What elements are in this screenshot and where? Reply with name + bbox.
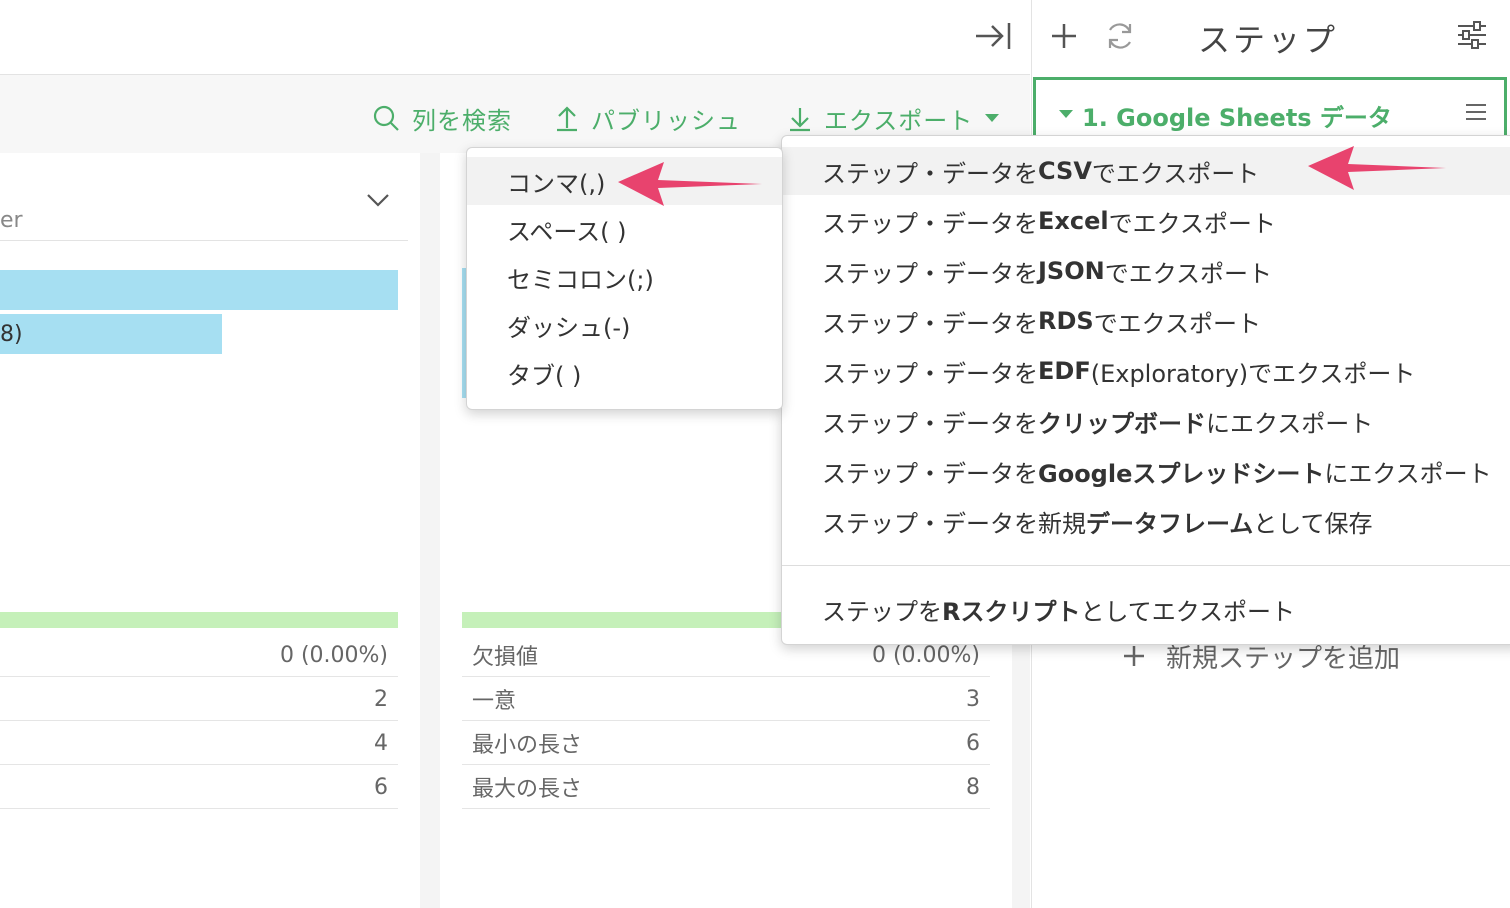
stat-label: 一意: [472, 689, 517, 714]
publish-button[interactable]: パブリッシュ: [555, 100, 741, 136]
delimiter-option-label: ダッシュ(-): [507, 313, 631, 342]
export-menu-item[interactable]: ステップ・データを JSON でエクスポート: [782, 247, 1510, 295]
export-menu-item[interactable]: ステップ・データを Googleスプレッドシート にエクスポート: [782, 447, 1510, 495]
menu-item-format: Rスクリプト: [942, 597, 1081, 626]
hamburger-menu-icon[interactable]: [1464, 102, 1488, 122]
menu-item-format: Googleスプレッドシート: [1038, 459, 1325, 488]
caret-down-icon: [985, 114, 1000, 122]
stat-row: 最小の長さ 6: [462, 722, 990, 765]
upload-icon: [557, 106, 577, 132]
menu-item-format: クリップボード: [1038, 409, 1206, 438]
publish-label: パブリッシュ: [591, 106, 741, 135]
stat-row: 最大の長さ 8: [462, 766, 990, 809]
download-icon: [790, 108, 810, 132]
bar-2: 8): [0, 314, 222, 354]
stat-value: 4: [374, 730, 388, 756]
search-columns-label: 列を検索: [412, 106, 512, 135]
export-menu-item[interactable]: ステップ・データを RDS でエクスポート: [782, 297, 1510, 345]
menu-item-text: ステップを: [822, 597, 942, 626]
menu-item-format: Excel: [1038, 207, 1109, 235]
caret-down-icon: [1059, 110, 1073, 118]
annotation-arrow-delimiter: [618, 162, 762, 206]
export-menu: ステップ・データを CSV でエクスポート ステップ・データを Excel でエクスポート…: [781, 135, 1510, 645]
export-button[interactable]: エクスポート: [788, 100, 1013, 136]
stat-value: 8: [966, 774, 980, 800]
menu-item-suffix: にエクスポート: [1206, 409, 1374, 438]
stat-row: 一意 3: [462, 678, 990, 721]
menu-item-text: ステップ・データを: [822, 409, 1038, 438]
export-menu-item[interactable]: ステップ・データを新規 データフレーム として保存: [782, 497, 1510, 545]
search-columns-button[interactable]: 列を検索: [372, 100, 512, 136]
step-name: 1. Google Sheets データ: [1082, 104, 1392, 132]
menu-item-suffix: でエクスポート: [1091, 159, 1260, 188]
stat-value: 0 (0.00%): [279, 642, 388, 668]
stat-row: 2: [0, 678, 398, 721]
menu-item-suffix: としてエクスポート: [1080, 597, 1296, 626]
menu-item-text: ステップ・データを新規: [822, 509, 1086, 538]
stat-row: 4: [0, 722, 398, 765]
menu-item-suffix: にエクスポート: [1324, 459, 1492, 488]
delimiter-option-label: スペース( ): [507, 217, 627, 246]
menu-item-text: ステップ・データを: [822, 309, 1038, 338]
menu-item-text: ステップ・データを: [822, 159, 1038, 188]
export-menu-item[interactable]: ステップを Rスクリプト としてエクスポート: [782, 585, 1510, 633]
annotation-arrow-csv: [1308, 146, 1446, 190]
menu-item-format: CSV: [1038, 157, 1092, 185]
menu-item-format: RDS: [1038, 307, 1094, 335]
delimiter-option[interactable]: ダッシュ(-): [467, 301, 782, 349]
add-icon[interactable]: [1050, 22, 1078, 50]
menu-item-format: EDF: [1038, 357, 1091, 385]
delimiter-option-label: コンマ(,): [507, 169, 606, 198]
stat-value: 3: [966, 686, 980, 712]
column-menu-chevron-icon[interactable]: [366, 190, 390, 210]
stat-label: 最大の長さ: [472, 777, 583, 802]
menu-item-suffix: でエクスポート: [1104, 259, 1272, 288]
refresh-icon[interactable]: [1104, 20, 1136, 52]
column-type-fragment: er: [0, 208, 23, 233]
stat-row: 6: [0, 766, 398, 809]
delimiter-option-label: セミコロン(;): [507, 265, 654, 294]
card-divider: [0, 240, 408, 241]
export-menu-item[interactable]: ステップ・データを クリップボード にエクスポート: [782, 397, 1510, 445]
menu-item-suffix: でエクスポート: [1093, 309, 1261, 338]
stat-row: 0 (0.00%): [0, 634, 398, 677]
menu-item-text: ステップ・データを: [822, 359, 1038, 388]
search-icon: [373, 105, 399, 131]
stat-value: 6: [966, 730, 980, 756]
bar-1: [0, 270, 398, 310]
delimiter-option-label: タブ( ): [507, 361, 582, 390]
stat-value: 2: [374, 686, 388, 712]
delimiter-option[interactable]: タブ( ): [467, 349, 782, 397]
stat-value: 0 (0.00%): [871, 642, 980, 668]
top-bar: [0, 0, 1030, 75]
settings-sliders-icon[interactable]: [1456, 20, 1488, 50]
menu-item-suffix: として保存: [1253, 509, 1373, 538]
collapse-panel-icon[interactable]: [974, 20, 1012, 52]
stat-label: 最小の長さ: [472, 733, 583, 758]
bar-2-label: 8): [0, 321, 23, 347]
export-label: エクスポート: [824, 106, 974, 135]
menu-item-format: JSON: [1038, 257, 1105, 285]
menu-separator: [782, 565, 1510, 566]
export-menu-item[interactable]: ステップ・データを EDF (Exploratory)でエクスポート: [782, 347, 1510, 395]
menu-item-suffix: (Exploratory)でエクスポート: [1090, 359, 1416, 388]
stat-label: 欠損値: [472, 645, 539, 670]
menu-item-text: ステップ・データを: [822, 209, 1038, 238]
delimiter-option[interactable]: セミコロン(;): [467, 253, 782, 301]
menu-item-text: ステップ・データを: [822, 459, 1038, 488]
steps-title: ステップ: [1198, 21, 1339, 59]
menu-item-suffix: でエクスポート: [1108, 209, 1276, 238]
menu-item-text: ステップ・データを: [822, 259, 1038, 288]
export-menu-item[interactable]: ステップ・データを Excel でエクスポート: [782, 197, 1510, 245]
stat-value: 6: [374, 774, 388, 800]
completeness-bar: [0, 612, 398, 628]
plus-icon: [1124, 646, 1144, 666]
menu-item-format: データフレーム: [1086, 509, 1254, 538]
